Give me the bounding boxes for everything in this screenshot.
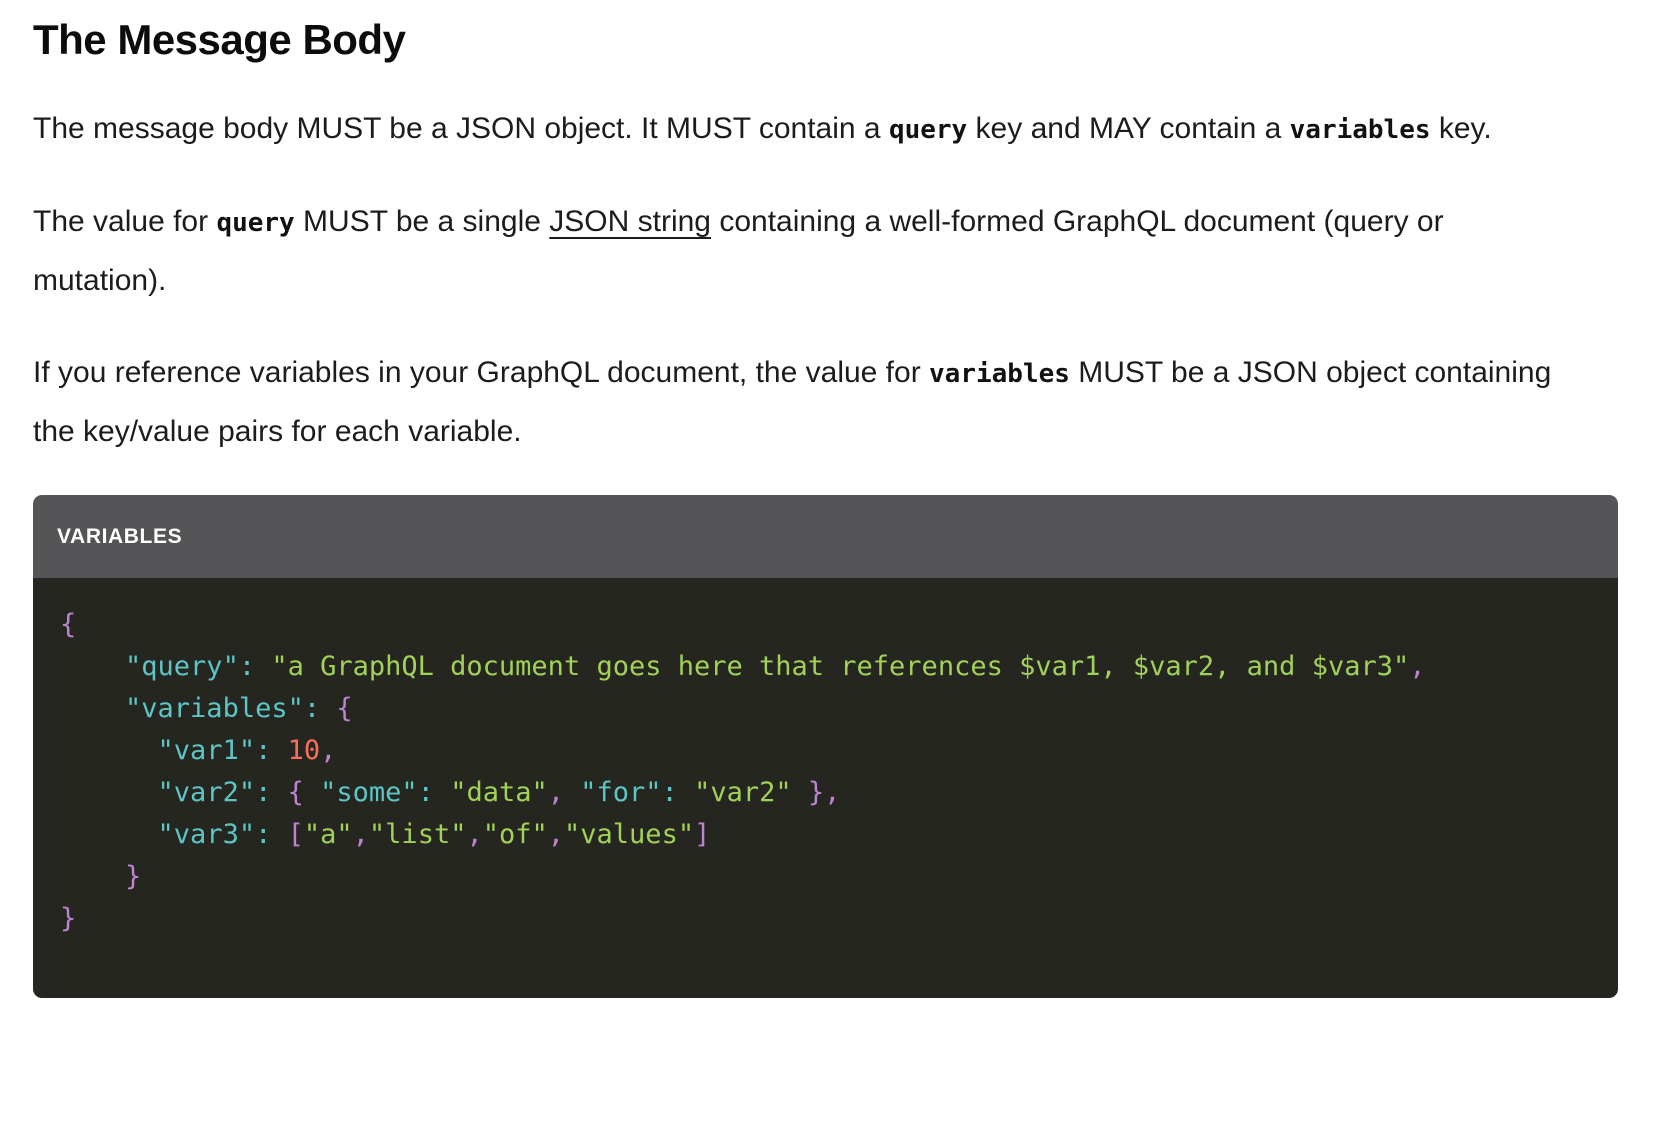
paragraph: The value for query MUST be a single JSO…: [33, 193, 1578, 310]
code-token: "for":: [580, 777, 678, 808]
paragraph-text: MUST be a single: [295, 205, 550, 238]
code-token: [60, 735, 158, 766]
code-line: "variables": {: [60, 688, 1590, 730]
code-token: "a": [304, 819, 353, 850]
code-token: "a GraphQL document goes here that refer…: [271, 651, 1409, 682]
code-token: [304, 777, 320, 808]
code-token: [60, 777, 158, 808]
code-line: }: [60, 856, 1590, 898]
paragraph-text: key.: [1431, 112, 1492, 145]
code-token: ]: [694, 819, 710, 850]
code-token: [792, 777, 808, 808]
json-string-link[interactable]: JSON string: [549, 205, 711, 238]
code-token: [60, 861, 125, 892]
code-token: }: [60, 903, 76, 934]
paragraph: If you reference variables in your Graph…: [33, 344, 1578, 461]
code-token: }: [125, 861, 141, 892]
inline-code: variables: [1290, 115, 1431, 145]
inline-code: variables: [929, 359, 1070, 389]
code-token: },: [808, 777, 841, 808]
code-token: [271, 777, 287, 808]
code-line: }: [60, 898, 1590, 940]
code-token: "var2": [694, 777, 792, 808]
code-token: ,: [1409, 651, 1425, 682]
code-token: "query":: [125, 651, 255, 682]
code-token: [60, 819, 158, 850]
code-token: "of": [483, 819, 548, 850]
inline-code: query: [216, 208, 294, 238]
code-token: [320, 693, 336, 724]
code-block: VARIABLES { "query": "a GraphQL document…: [33, 495, 1618, 998]
code-token: {: [336, 693, 352, 724]
code-token: 10: [288, 735, 321, 766]
code-token: "variables":: [125, 693, 320, 724]
paragraph-text: The value for: [33, 205, 216, 238]
code-token: "var2":: [158, 777, 272, 808]
code-line: "var1": 10,: [60, 730, 1590, 772]
code-token: "data": [450, 777, 548, 808]
code-token: [678, 777, 694, 808]
code-token: [271, 735, 287, 766]
code-token: [271, 819, 287, 850]
code-token: ,: [353, 819, 369, 850]
code-token: [60, 693, 125, 724]
code-token: {: [60, 609, 76, 640]
article: The Message Body The message body MUST b…: [0, 0, 1670, 998]
code-token: [: [288, 819, 304, 850]
paragraph-text: key and MAY contain a: [967, 112, 1289, 145]
code-token: ,: [548, 819, 564, 850]
code-token: ,: [466, 819, 482, 850]
code-token: [255, 651, 271, 682]
code-token: ,: [548, 777, 564, 808]
page-title: The Message Body: [33, 16, 1618, 64]
code-block-label: VARIABLES: [57, 525, 182, 549]
code-token: "list": [369, 819, 467, 850]
paragraph-text: The message body MUST be a JSON object. …: [33, 112, 889, 145]
code-token: "var3":: [158, 819, 272, 850]
code-line: "var2": { "some": "data", "for": "var2" …: [60, 772, 1590, 814]
code-token: [434, 777, 450, 808]
code-line: "var3": ["a","list","of","values"]: [60, 814, 1590, 856]
code-token: {: [288, 777, 304, 808]
paragraph-text: If you reference variables in your Graph…: [33, 356, 929, 389]
code-token: "var1":: [158, 735, 272, 766]
paragraph: The message body MUST be a JSON object. …: [33, 100, 1578, 159]
code-line: {: [60, 604, 1590, 646]
code-content: { "query": "a GraphQL document goes here…: [33, 578, 1618, 998]
code-token: ,: [320, 735, 336, 766]
code-block-header: VARIABLES: [33, 495, 1618, 578]
paragraphs-container: The message body MUST be a JSON object. …: [33, 100, 1618, 461]
code-token: [60, 651, 125, 682]
code-token: "some":: [320, 777, 434, 808]
code-token: "values": [564, 819, 694, 850]
code-token: [564, 777, 580, 808]
code-line: "query": "a GraphQL document goes here t…: [60, 646, 1590, 688]
inline-code: query: [889, 115, 967, 145]
